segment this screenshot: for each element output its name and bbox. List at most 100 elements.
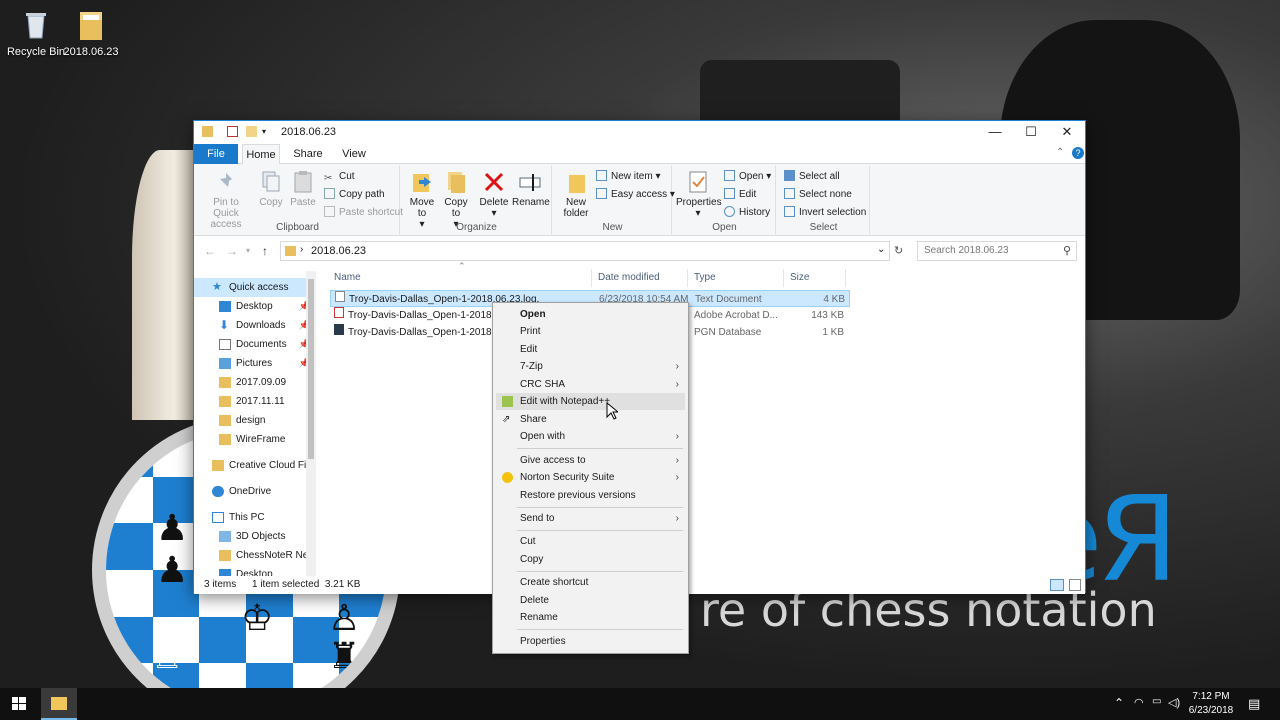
recent-chevron-icon[interactable]: ▾ [246,246,250,255]
copy-path-button[interactable]: Copy path [324,186,385,203]
menu-item-give-access[interactable]: Give access to › [496,452,685,469]
rename-button[interactable]: Rename [512,168,550,208]
menu-item-copy[interactable]: Copy [496,551,685,568]
menu-item-edit-notepadpp[interactable]: Edit with Notepad++ [496,393,685,410]
refresh-icon[interactable]: ↻ [894,244,903,257]
forward-arrow-icon[interactable]: → [226,244,238,258]
menu-item-norton[interactable]: Norton Security Suite › [496,469,685,486]
new-folder-icon[interactable] [246,126,257,137]
nav-item-wireframe[interactable]: WireFrame [194,430,312,449]
column-header-date[interactable]: Date modified [594,269,688,287]
file-list[interactable]: ⌃ Name Date modified Type Size Troy-Davi… [330,261,1080,576]
cut-button[interactable]: ✂ Cut [324,168,355,185]
nav-item-chessnoter[interactable]: ChessNoteR Nex [194,546,312,565]
chevron-down-icon[interactable]: ▾ [262,126,273,137]
chevron-up-icon[interactable]: ⌃ [1114,696,1124,710]
nav-item-quick-access[interactable]: ★ Quick access [194,278,312,297]
help-icon[interactable]: ? [1072,147,1084,159]
paste-button[interactable]: Paste [288,168,318,208]
copy-button[interactable]: Copy [256,168,286,208]
search-input[interactable]: Search 2018.06.23 ⚲ [917,241,1077,261]
menu-item-7zip[interactable]: 7-Zip › [496,358,685,375]
menu-item-open-with[interactable]: Open with › [496,428,685,445]
menu-item-crc-sha[interactable]: CRC SHA › [496,376,685,393]
edit-icon [724,188,735,199]
menu-item-restore-versions[interactable]: Restore previous versions [496,487,685,504]
menu-item-properties[interactable]: Properties [496,633,685,650]
properties-button[interactable]: Properties ▾ [676,168,722,219]
menu-item-share[interactable]: ⇗ Share [496,411,685,428]
up-arrow-icon[interactable]: ↑ [262,244,268,258]
back-arrow-icon[interactable]: ← [204,244,216,258]
properties-check-icon[interactable] [227,126,238,137]
large-icons-view-icon[interactable] [1069,579,1081,591]
tab-home[interactable]: Home [242,144,280,165]
invert-selection-button[interactable]: Invert selection [784,204,866,221]
select-none-button[interactable]: Select none [784,186,852,203]
scrollbar-thumb[interactable] [308,279,314,459]
folder-desktop-icon[interactable]: 2018.06.23 [55,8,127,58]
nav-item-2017-11-11[interactable]: 2017.11.11 [194,392,312,411]
nav-item-design[interactable]: design [194,411,312,430]
column-header-name[interactable]: Name [330,269,592,287]
nav-item-documents[interactable]: Documents 📌 [194,335,312,354]
start-button[interactable] [0,688,38,720]
menu-separator [517,629,683,630]
taskbar-file-explorer[interactable] [41,688,77,720]
minimize-button[interactable]: — [977,121,1013,143]
nav-item-downloads[interactable]: ⬇ Downloads 📌 [194,316,312,335]
nav-scrollbar[interactable] [306,271,316,576]
tab-file[interactable]: File [194,144,238,164]
history-button[interactable]: History [724,204,770,221]
select-all-button[interactable]: Select all [784,168,840,185]
delete-button[interactable]: Delete ▾ [478,168,510,219]
ribbon-tabs: File Home Share View ⌃ ? [194,144,1085,165]
menu-item-create-shortcut[interactable]: Create shortcut [496,574,685,591]
volume-icon[interactable]: ◁) [1168,696,1180,709]
nav-item-onedrive[interactable]: OneDrive [194,482,312,501]
menu-item-edit[interactable]: Edit [496,341,685,358]
maximize-button[interactable]: ☐ [1013,121,1049,143]
nav-item-creative-cloud[interactable]: Creative Cloud Fil [194,456,312,475]
menu-item-cut[interactable]: Cut [496,533,685,550]
text-file-icon [335,291,345,302]
details-view-icon[interactable] [1050,579,1064,591]
move-to-button[interactable]: Move to ▾ [406,168,438,230]
menu-item-print[interactable]: Print [496,323,685,340]
menu-item-open[interactable]: Open [496,306,685,323]
copy-to-button[interactable]: Copy to ▾ [440,168,472,230]
menu-item-rename[interactable]: Rename [496,609,685,626]
column-header-size[interactable]: Size [786,269,846,287]
wifi-icon[interactable]: ◠ [1134,696,1144,709]
nav-item-pictures[interactable]: Pictures 📌 [194,354,312,373]
nav-item-desktop[interactable]: Desktop 📌 [194,297,312,316]
new-folder-button[interactable]: New folder [558,168,594,219]
open-button[interactable]: Open ▾ [724,168,771,185]
taskbar-clock[interactable]: 7:12 PM 6/23/2018 [1180,690,1242,718]
title-bar[interactable]: ▾ 2018.06.23 — ☐ ✕ [194,121,1085,144]
new-item-button[interactable]: New item ▾ [596,168,661,185]
nav-item-desktop-pc[interactable]: Desktop [194,565,312,576]
tab-share[interactable]: Share [290,144,326,164]
nav-item-this-pc[interactable]: This PC [194,508,312,527]
column-header-type[interactable]: Type [690,269,784,287]
tab-view[interactable]: View [336,144,372,164]
menu-item-send-to[interactable]: Send to › [496,510,685,527]
close-button[interactable]: ✕ [1049,121,1085,143]
collapse-ribbon-icon[interactable]: ⌃ [1056,147,1064,158]
menu-item-delete[interactable]: Delete [496,592,685,609]
edit-button[interactable]: Edit [724,186,756,203]
easy-access-button[interactable]: Easy access ▾ [596,186,675,203]
search-icon[interactable]: ⚲ [1063,244,1071,257]
notification-icon[interactable]: ▤ [1248,696,1260,712]
pin-quick-access-button[interactable]: Pin to Quick access [198,168,254,230]
navigation-pane[interactable]: ★ Quick access Desktop 📌 ⬇ Downloads 📌 D… [194,266,317,576]
battery-icon[interactable]: ▭ [1152,696,1161,707]
chevron-down-icon[interactable]: ⌄ [877,244,885,255]
paste-shortcut-button[interactable]: Paste shortcut [324,204,403,221]
nav-item-2017-09-09[interactable]: 2017.09.09 [194,373,312,392]
nav-item-3d-objects[interactable]: 3D Objects [194,527,312,546]
copy-path-icon [324,188,335,199]
breadcrumb[interactable]: 2018.06.23 [311,245,366,257]
address-input[interactable]: › 2018.06.23 ⌄ [280,241,890,261]
